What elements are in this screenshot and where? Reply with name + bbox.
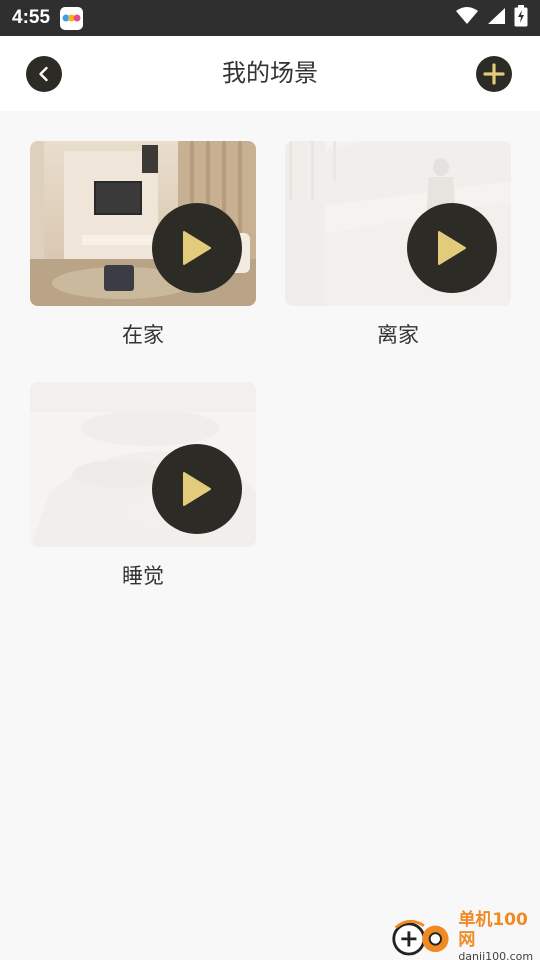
- scene-label: 睡觉: [122, 564, 164, 588]
- play-icon: [183, 231, 211, 265]
- play-scene-button[interactable]: [152, 444, 242, 534]
- plus-icon: [483, 63, 505, 85]
- status-bar: 4:55: [0, 0, 540, 36]
- back-button[interactable]: [26, 56, 62, 92]
- chevron-left-icon: [39, 66, 48, 82]
- status-time: 4:55: [12, 7, 51, 28]
- scene-card-away[interactable]: 离家: [285, 141, 511, 371]
- battery-charging-icon: [514, 5, 528, 31]
- watermark-text: 单机100网 danji100.com: [458, 910, 540, 960]
- watermark-url: danji100.com: [458, 950, 534, 960]
- add-scene-button[interactable]: [476, 56, 512, 92]
- watermark-logo-icon: [392, 920, 449, 956]
- scene-card-sleep[interactable]: 睡觉: [30, 382, 256, 612]
- scene-label: 离家: [377, 323, 419, 347]
- play-icon: [438, 231, 466, 265]
- app-header: 我的场景: [0, 36, 540, 111]
- page-title: 我的场景: [222, 59, 318, 87]
- play-scene-button[interactable]: [152, 203, 242, 293]
- scene-card-home[interactable]: 在家: [30, 141, 256, 371]
- watermark: 单机100网 danji100.com: [390, 910, 540, 960]
- signal-icon: [486, 7, 506, 29]
- status-indicators: [456, 5, 528, 31]
- app-notification-icon: [60, 6, 84, 30]
- wifi-icon: [456, 7, 478, 29]
- watermark-title: 单机100网: [458, 910, 528, 950]
- play-scene-button[interactable]: [407, 203, 497, 293]
- play-icon: [183, 472, 211, 506]
- scene-label: 在家: [122, 323, 164, 347]
